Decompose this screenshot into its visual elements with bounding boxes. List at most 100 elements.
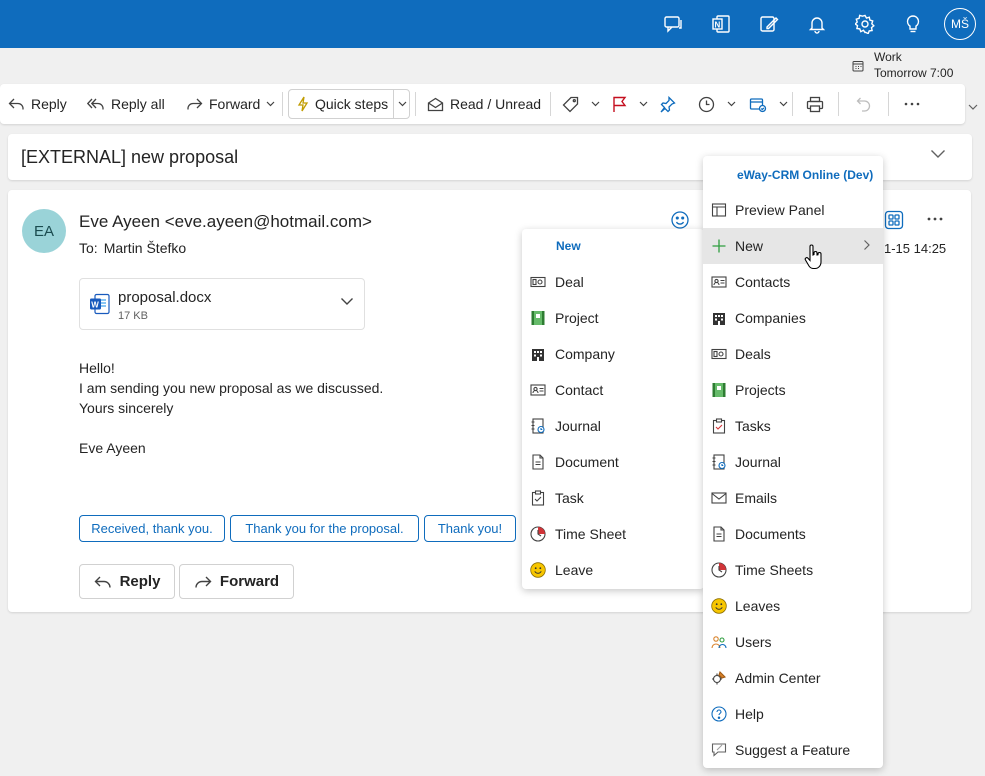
submenu-item-project[interactable]: Project — [522, 300, 704, 336]
submenu-item-label: Time Sheet — [555, 526, 627, 542]
submenu-item-label: Leave — [555, 562, 594, 578]
sender-avatar[interactable]: EA — [22, 209, 66, 253]
submenu-item-company[interactable]: Company — [522, 336, 704, 372]
submenu-item-deal[interactable]: Deal — [522, 264, 704, 300]
tag-button[interactable] — [562, 84, 600, 124]
submenu-item-label: Deal — [555, 274, 584, 290]
pin-button[interactable] — [659, 84, 682, 124]
attachment-card[interactable]: W proposal.docx 17 KB — [79, 278, 365, 330]
menu-item-label: Documents — [735, 526, 806, 542]
recipient[interactable]: Martin Štefko — [104, 240, 186, 256]
menu-item-label: Users — [735, 634, 772, 650]
divider — [888, 92, 889, 116]
menu-item-projects[interactable]: Projects — [703, 372, 883, 408]
submenu-item-contact[interactable]: Contact — [522, 372, 704, 408]
leave-icon — [530, 562, 546, 578]
edit-note-icon[interactable] — [755, 10, 783, 38]
body-line: Eve Ayeen — [79, 440, 146, 456]
chevron-down-icon[interactable] — [968, 104, 978, 111]
rules-icon — [749, 97, 767, 112]
sender[interactable]: Eve Ayeen <eve.ayeen@hotmail.com> — [79, 212, 372, 232]
submenu-item-journal[interactable]: Journal — [522, 408, 704, 444]
divider — [550, 92, 551, 116]
forward-button[interactable]: Forward — [179, 564, 294, 599]
received-date: 1-15 14:25 — [884, 241, 947, 256]
chevron-down-icon[interactable] — [930, 149, 946, 159]
rules-button[interactable] — [749, 84, 788, 124]
menu-item-label: Deals — [735, 346, 771, 362]
menu-item-emails[interactable]: Emails — [703, 480, 883, 516]
menu-item-companies[interactable]: Companies — [703, 300, 883, 336]
reminder-title: Work — [874, 50, 902, 64]
menu-item-label: Contacts — [735, 274, 791, 290]
submenu-item-document[interactable]: Document — [522, 444, 704, 480]
deal-icon — [530, 276, 546, 288]
menu-item-admin-center[interactable]: Admin Center — [703, 660, 883, 696]
emoji-reaction-icon[interactable] — [670, 210, 690, 230]
hand-cursor-icon — [804, 244, 822, 270]
user-avatar[interactable]: MŠ — [944, 8, 976, 40]
suggested-reply[interactable]: Thank you for the proposal. — [230, 515, 419, 542]
menu-item-leaves[interactable]: Leaves — [703, 588, 883, 624]
onenote-icon[interactable]: N — [707, 10, 735, 38]
menu-item-users[interactable]: Users — [703, 624, 883, 660]
submenu-item-task[interactable]: Task — [522, 480, 704, 516]
flag-button[interactable] — [612, 84, 648, 124]
snooze-button[interactable] — [698, 84, 736, 124]
submenu-item-label: Task — [555, 490, 584, 506]
print-button[interactable] — [806, 84, 830, 124]
admin-center-icon — [712, 670, 727, 685]
chevron-down-icon[interactable] — [398, 101, 407, 107]
menu-item-suggest-feature[interactable]: Suggest a Feature — [703, 732, 883, 768]
word-document-icon: W — [90, 293, 110, 315]
chevron-down-icon[interactable] — [266, 101, 275, 107]
chat-icon[interactable] — [659, 10, 687, 38]
reply-button[interactable]: Reply — [79, 564, 175, 599]
body-line: Yours sincerely — [79, 400, 174, 416]
menu-item-new[interactable]: New — [703, 228, 883, 264]
timesheet-icon — [711, 562, 727, 578]
bell-icon[interactable] — [803, 10, 831, 38]
email-icon — [711, 492, 727, 504]
chevron-down-icon — [591, 101, 600, 107]
lightning-icon — [297, 96, 309, 112]
body-line: Hello! — [79, 360, 115, 376]
menu-item-journal[interactable]: Journal — [703, 444, 883, 480]
suggested-reply[interactable]: Received, thank you. — [79, 515, 225, 542]
submenu-item-time-sheet[interactable]: Time Sheet — [522, 516, 704, 552]
reply-button[interactable]: Reply — [8, 84, 67, 124]
submenu-item-leave[interactable]: Leave — [522, 552, 704, 588]
submenu-header: New — [556, 239, 581, 253]
menu-item-label: Preview Panel — [735, 202, 825, 218]
quick-steps-label-wrap[interactable]: Quick steps — [297, 84, 388, 124]
menu-item-documents[interactable]: Documents — [703, 516, 883, 552]
menu-header: eWay-CRM Online (Dev) — [737, 168, 874, 182]
more-options-button[interactable] — [904, 84, 926, 124]
reply-label: Reply — [119, 573, 161, 590]
chevron-down-icon — [779, 101, 788, 107]
suggested-reply[interactable]: Thank you! — [424, 515, 516, 542]
read-unread-button[interactable]: Read / Unread — [427, 84, 541, 124]
undo-button[interactable] — [856, 84, 878, 124]
lightbulb-icon[interactable] — [899, 10, 927, 38]
chevron-down-icon[interactable] — [340, 297, 354, 306]
reply-label: Reply — [31, 96, 67, 112]
forward-button[interactable]: Forward — [186, 84, 275, 124]
more-horizontal-icon — [904, 102, 920, 106]
menu-item-time-sheets[interactable]: Time Sheets — [703, 552, 883, 588]
attachment-name: proposal.docx — [118, 289, 212, 306]
menu-item-help[interactable]: Help — [703, 696, 883, 732]
reply-all-button[interactable]: Reply all — [87, 84, 165, 124]
recipients: To: Martin Štefko — [79, 240, 186, 256]
menu-item-label: Projects — [735, 382, 786, 398]
menu-item-preview-panel[interactable]: Preview Panel — [703, 192, 883, 228]
chevron-down-icon — [727, 101, 736, 107]
apps-icon[interactable] — [884, 210, 904, 230]
reminder[interactable]: Work Tomorrow 7:00 — [852, 50, 982, 82]
more-horizontal-icon[interactable] — [926, 210, 944, 228]
menu-item-tasks[interactable]: Tasks — [703, 408, 883, 444]
gear-icon[interactable] — [851, 10, 879, 38]
menu-item-contacts[interactable]: Contacts — [703, 264, 883, 300]
help-icon — [711, 706, 727, 722]
menu-item-deals[interactable]: Deals — [703, 336, 883, 372]
